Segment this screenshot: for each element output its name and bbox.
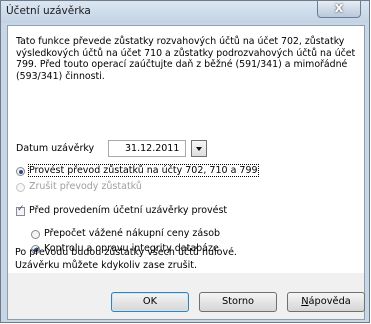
title-bar[interactable]: Účetní uzávěrka X (1, 1, 369, 23)
pre-closing-label[interactable]: Před provedením účetní uzávěrky provést (29, 205, 227, 216)
cancel-label: Storno (221, 296, 255, 307)
dialog-body: Tato funkce převede zůstatky rozvahových… (7, 25, 365, 320)
close-icon: X (334, 2, 344, 15)
recalc-label[interactable]: Přepočet vážené nákupní ceny zásob (44, 228, 220, 239)
close-button[interactable]: X (317, 1, 361, 18)
note-line-2: Uzávěrku můžete kdykoliv zase zrušit. (15, 260, 197, 271)
cancel-transfers-radio[interactable] (16, 183, 25, 192)
transfer-radio[interactable] (16, 167, 25, 176)
cancel-transfers-label: Zrušit převody zůstatků (29, 181, 142, 192)
date-dropdown-button[interactable] (191, 140, 207, 157)
window-title: Účetní uzávěrka (6, 5, 91, 17)
intro-text: Tato funkce převede zůstatky rozvahových… (16, 36, 356, 82)
recalc-radio[interactable] (31, 230, 40, 239)
transfer-label[interactable]: Provést převod zůstatků na účty 702, 710… (28, 164, 259, 177)
ok-label: OK (142, 296, 158, 307)
date-input[interactable]: 31.12.2011 (108, 140, 186, 157)
dialog-window: Účetní uzávěrka X Tato funkce převede zů… (0, 0, 370, 323)
note-line-1: Po převodu budou zůstatky všech účtů nul… (15, 247, 237, 258)
pre-closing-checkbox[interactable] (16, 204, 25, 216)
help-button[interactable]: Nápověda (287, 292, 365, 312)
ok-button[interactable]: OK (111, 292, 189, 312)
cancel-button[interactable]: Storno (199, 292, 277, 312)
date-label: Datum uzávěrky (16, 143, 95, 154)
help-label: Nápověda (301, 296, 351, 307)
date-value: 31.12.2011 (125, 143, 180, 154)
